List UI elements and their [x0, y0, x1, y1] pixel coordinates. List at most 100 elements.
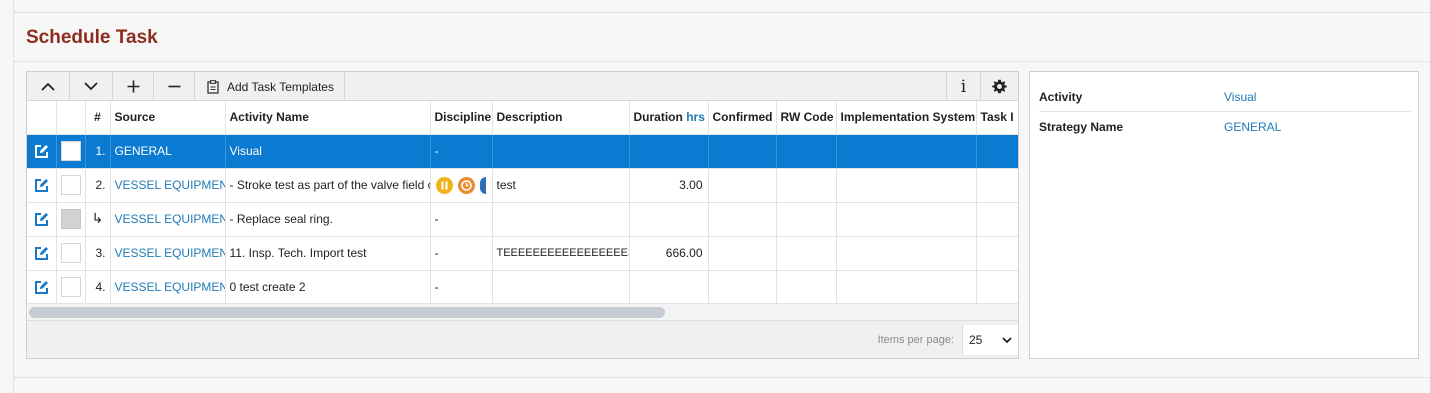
edit-button[interactable] [27, 270, 57, 305]
duration-cell [629, 202, 709, 237]
items-per-page-label: Items per page: [877, 334, 954, 346]
column-header-activity-name[interactable]: Activity Name [225, 101, 431, 135]
table-row[interactable]: 2. VESSEL EQUIPMENT - Stroke test as par… [27, 168, 1018, 203]
add-task-templates-button[interactable]: Add Task Templates [195, 72, 345, 101]
edit-icon [34, 144, 48, 158]
task-cell [976, 236, 1018, 271]
duration-cell [629, 134, 709, 169]
task-cell [976, 202, 1018, 237]
duration-cell: 666.00 [629, 236, 709, 271]
table-row[interactable]: 1. GENERAL Visual - [27, 134, 1018, 169]
clipboard-icon [207, 79, 219, 94]
detail-row-strategy: Strategy Name GENERAL [1039, 112, 1411, 142]
clock-status-icon [457, 176, 475, 194]
grid-toolbar: Add Task Templates i [27, 72, 1018, 101]
edit-button[interactable] [27, 168, 57, 203]
row-checkbox[interactable] [60, 175, 81, 195]
activity-name-cell: 11. Insp. Tech. Import test [225, 236, 431, 271]
confirmed-cell [708, 168, 777, 203]
edit-button[interactable] [27, 134, 57, 169]
edit-column-header [27, 101, 57, 135]
edit-button[interactable] [27, 202, 57, 237]
task-cell [976, 270, 1018, 305]
strategy-name-label: Strategy Name [1039, 120, 1124, 134]
column-header-confirmed[interactable]: Confirmed [708, 101, 777, 135]
source-link[interactable]: VESSEL EQUIPMENT [115, 178, 225, 192]
duration-cell: 3.00 [629, 168, 709, 203]
child-row-arrow-icon: ↳ [85, 202, 111, 237]
rw-code-cell [776, 134, 837, 169]
activity-name-cell: 0 test create 2 [225, 270, 431, 305]
rw-code-cell [776, 202, 837, 237]
add-row-button[interactable] [113, 72, 154, 101]
table-row[interactable]: 4. VESSEL EQUIPMENT 0 test create 2 - [27, 270, 1018, 305]
column-header-num[interactable]: # [85, 101, 111, 135]
description-cell [492, 270, 630, 305]
column-header-discipline[interactable]: Discipline [430, 101, 493, 135]
implementation-system-cell [836, 168, 977, 203]
discipline-cell [430, 168, 493, 203]
row-checkbox-cell [56, 168, 86, 203]
items-per-page-select[interactable]: 25 [962, 325, 1018, 355]
info-icon: i [960, 76, 967, 97]
rw-code-cell [776, 236, 837, 271]
add-task-templates-label: Add Task Templates [227, 79, 334, 94]
row-checkbox[interactable] [60, 243, 81, 263]
confirmed-cell [708, 134, 777, 169]
gear-icon [992, 79, 1007, 94]
left-border [13, 0, 14, 393]
row-number: 2. [85, 168, 111, 203]
info-button[interactable]: i [946, 72, 980, 101]
chevron-up-icon [41, 82, 55, 91]
source-link[interactable]: GENERAL [115, 144, 172, 158]
column-header-description[interactable]: Description [492, 101, 630, 135]
table-row[interactable]: 3. VESSEL EQUIPMENT 11. Insp. Tech. Impo… [27, 236, 1018, 271]
detail-row-activity: Activity Visual [1039, 82, 1411, 112]
column-header-task[interactable]: Task I [976, 101, 1018, 135]
column-header-source[interactable]: Source [110, 101, 226, 135]
discipline-cell: - [430, 236, 493, 271]
duration-unit: hrs [686, 110, 705, 125]
discipline-cell: - [430, 270, 493, 305]
activity-label: Activity [1039, 89, 1083, 104]
task-cell [976, 168, 1018, 203]
description-cell: test [492, 168, 630, 203]
task-table: # Source Activity Name Discipline Descri… [27, 101, 1018, 305]
confirmed-cell [708, 270, 777, 305]
column-header-rw-code[interactable]: RW Code [776, 101, 837, 135]
description-cell [492, 134, 630, 169]
implementation-system-cell [836, 236, 977, 271]
row-checkbox[interactable] [60, 277, 81, 297]
row-checkbox[interactable] [60, 141, 81, 161]
status-icon-partial [479, 176, 486, 194]
expand-button[interactable] [70, 72, 113, 101]
source-link[interactable]: VESSEL EQUIPMENT [115, 280, 225, 294]
column-header-implementation-system[interactable]: Implementation System [836, 101, 977, 135]
activity-name-cell: - Replace seal ring. [225, 202, 431, 237]
row-number: 4. [85, 270, 111, 305]
source-link[interactable]: VESSEL EQUIPMENT [115, 212, 225, 226]
scrollbar-thumb[interactable] [29, 307, 665, 318]
duration-label: Duration [633, 110, 683, 125]
source-link[interactable]: VESSEL EQUIPMENT [115, 246, 225, 260]
implementation-system-cell [836, 270, 977, 305]
edit-button[interactable] [27, 236, 57, 271]
edit-icon [34, 212, 48, 226]
rw-code-cell [776, 168, 837, 203]
minus-icon [168, 85, 180, 88]
pause-status-icon [435, 176, 453, 194]
table-row[interactable]: ↳ VESSEL EQUIPMENT - Replace seal ring. … [27, 202, 1018, 237]
header-row: # Source Activity Name Discipline Descri… [27, 101, 1018, 135]
settings-button[interactable] [980, 72, 1018, 101]
row-checkbox-cell [56, 134, 86, 169]
collapse-button[interactable] [27, 72, 70, 101]
column-header-duration[interactable]: Duration hrs [629, 101, 709, 135]
edit-icon [34, 280, 48, 294]
remove-row-button[interactable] [154, 72, 195, 101]
edit-icon [34, 178, 48, 192]
items-per-page-value: 25 [969, 333, 983, 347]
task-cell [976, 134, 1018, 169]
page-title: Schedule Task [26, 27, 158, 48]
horizontal-scrollbar[interactable] [27, 303, 1018, 320]
row-checkbox-cell [56, 270, 86, 305]
